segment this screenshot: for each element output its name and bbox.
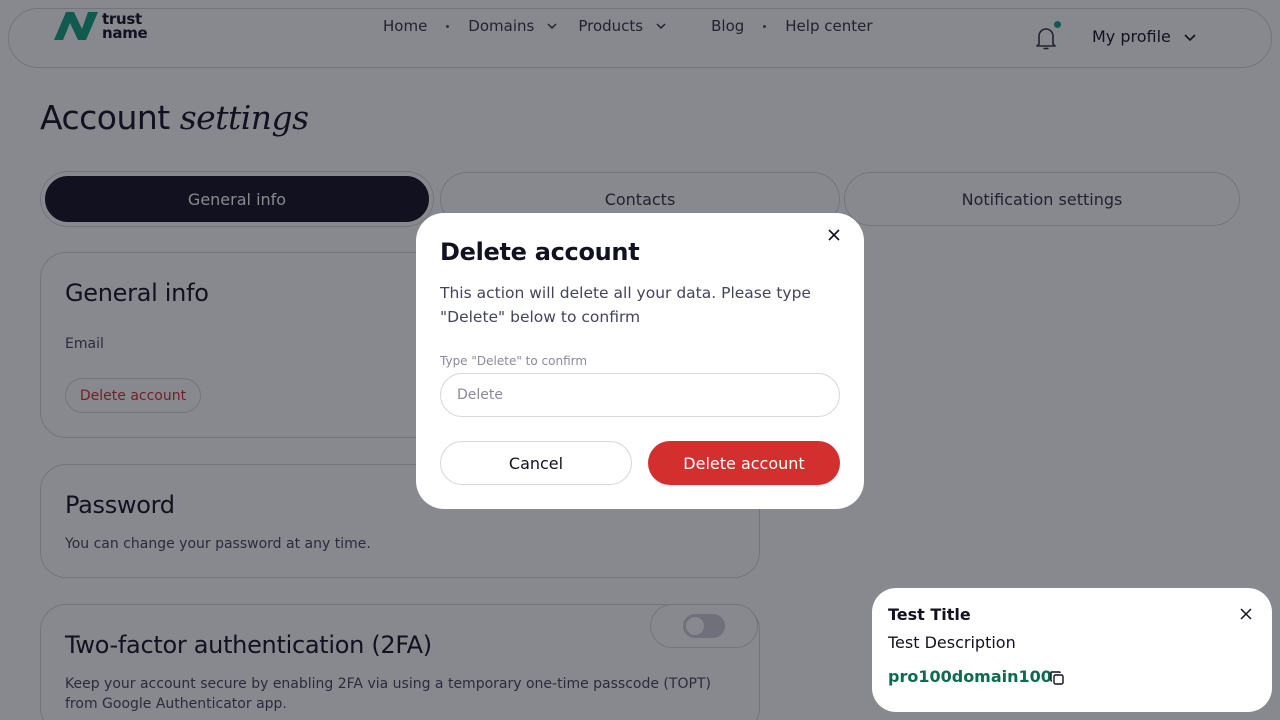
toast-description: Test Description [888, 633, 1016, 652]
confirm-field-label: Type "Delete" to confirm [440, 354, 588, 368]
modal-close-button[interactable] [812, 213, 856, 257]
confirm-delete-input[interactable] [440, 373, 840, 417]
copy-icon[interactable] [1049, 670, 1065, 686]
toast-title: Test Title [888, 605, 971, 624]
modal-description: This action will delete all your data. P… [440, 284, 811, 326]
close-icon[interactable] [1238, 606, 1254, 622]
close-icon [828, 229, 840, 241]
modal-title: Delete account [440, 238, 640, 266]
toast-code: pro100domain100 [888, 667, 1052, 686]
cancel-button[interactable]: Cancel [440, 441, 632, 485]
confirm-delete-button[interactable]: Delete account [648, 441, 840, 485]
